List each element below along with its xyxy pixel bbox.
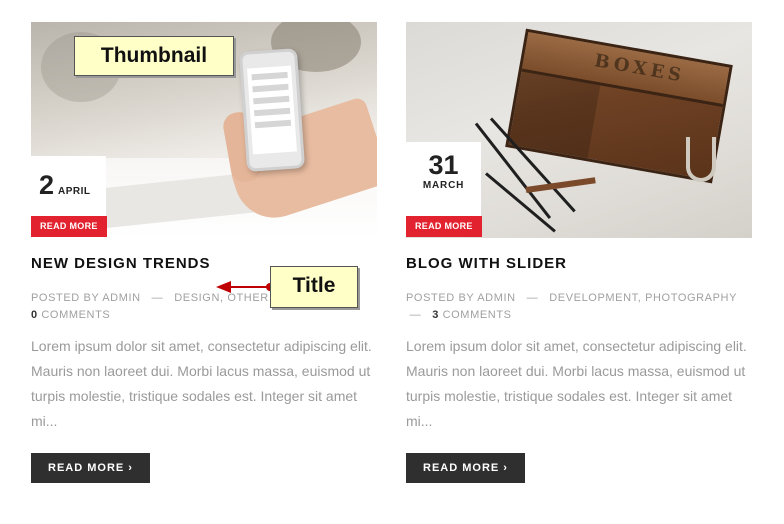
post-date-badge: 2 APRIL xyxy=(31,156,106,216)
post-title[interactable]: NEW DESIGN TRENDS xyxy=(31,255,211,272)
post-date-month: MARCH xyxy=(422,180,465,191)
thumbnail-phone-screen xyxy=(247,65,297,155)
post-date-day: 2 xyxy=(39,170,55,200)
post-date-badge: 31 MARCH xyxy=(406,142,481,216)
thumbnail-crate-side xyxy=(508,71,601,159)
thumbnail-crate-label: BOXES xyxy=(592,50,687,87)
post-date-day: 31 xyxy=(428,150,459,180)
post-title[interactable]: BLOG WITH SLIDER xyxy=(406,255,567,272)
meta-comments-count[interactable]: 3 xyxy=(432,309,439,321)
meta-category-link[interactable]: DEVELOPMENT xyxy=(549,292,638,304)
thumbnail-read-more-badge[interactable]: READ MORE xyxy=(31,216,107,237)
meta-comments-label[interactable]: COMMENTS xyxy=(443,309,512,321)
post-excerpt: Lorem ipsum dolor sit amet, consectetur … xyxy=(406,338,747,429)
post-date-month: APRIL xyxy=(58,186,91,197)
post-meta: POSTED BY ADMIN — DEVELOPMENT, PHOTOGRAP… xyxy=(406,292,738,321)
post-thumbnail[interactable]: BOXES 31 MARCH READ MORE xyxy=(406,22,752,238)
meta-comments-label[interactable]: COMMENTS xyxy=(41,309,110,321)
meta-author-link[interactable]: ADMIN xyxy=(102,292,140,304)
meta-posted-by: POSTED BY xyxy=(31,292,100,304)
meta-separator: — xyxy=(151,292,164,304)
thumbnail-crate-handle xyxy=(686,137,716,182)
meta-category-link[interactable]: PHOTOGRAPHY xyxy=(645,292,737,304)
blog-post-card: BOXES 31 MARCH READ MORE xyxy=(406,22,752,238)
annotation-arrow-head xyxy=(216,281,231,293)
meta-separator: — xyxy=(526,292,539,304)
meta-comments-count[interactable]: 0 xyxy=(31,309,38,321)
meta-author-link[interactable]: ADMIN xyxy=(477,292,515,304)
meta-posted-by: POSTED BY xyxy=(406,292,475,304)
post-excerpt: Lorem ipsum dolor sit amet, consectetur … xyxy=(31,338,372,429)
thumbnail-read-more-badge[interactable]: READ MORE xyxy=(406,216,482,237)
read-more-button[interactable]: READ MORE › xyxy=(406,453,525,483)
blog-post-card: 2 APRIL READ MORE Thumbnail xyxy=(31,22,377,238)
annotation-thumbnail: Thumbnail xyxy=(74,36,234,76)
read-more-button[interactable]: READ MORE › xyxy=(31,453,150,483)
annotation-arrow-line xyxy=(230,286,270,288)
meta-category-link[interactable]: DESIGN xyxy=(174,292,220,304)
thumbnail-hairpin-plate xyxy=(525,177,596,193)
annotation-title: Title xyxy=(270,266,358,308)
meta-separator: — xyxy=(409,309,422,321)
meta-category-link[interactable]: OTHER xyxy=(227,292,269,304)
thumbnail-phone xyxy=(238,48,306,172)
